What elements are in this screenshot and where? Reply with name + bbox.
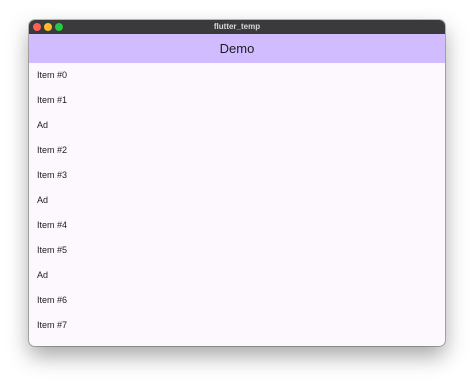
list-item[interactable]: Item #2 bbox=[29, 138, 445, 163]
app-bar: Demo bbox=[29, 34, 445, 63]
app-window: flutter_temp Demo Item #0 Item #1 Ad Ite… bbox=[29, 20, 445, 346]
item-list[interactable]: Item #0 Item #1 Ad Item #2 Item #3 Ad It… bbox=[29, 63, 445, 346]
list-item[interactable]: Item #0 bbox=[29, 63, 445, 88]
ad-item[interactable]: Ad bbox=[29, 263, 445, 288]
list-item[interactable]: Item #1 bbox=[29, 88, 445, 113]
list-item[interactable]: Item #6 bbox=[29, 288, 445, 313]
window-titlebar[interactable]: flutter_temp bbox=[29, 20, 445, 34]
list-item[interactable]: Item #5 bbox=[29, 238, 445, 263]
list-item[interactable]: Item #7 bbox=[29, 313, 445, 338]
list-item[interactable]: Item #3 bbox=[29, 163, 445, 188]
app-bar-title: Demo bbox=[219, 41, 255, 56]
ad-item[interactable]: Ad bbox=[29, 113, 445, 138]
list-item[interactable]: Item #4 bbox=[29, 213, 445, 238]
window-title: flutter_temp bbox=[213, 22, 261, 31]
ad-item[interactable]: Ad bbox=[29, 188, 445, 213]
